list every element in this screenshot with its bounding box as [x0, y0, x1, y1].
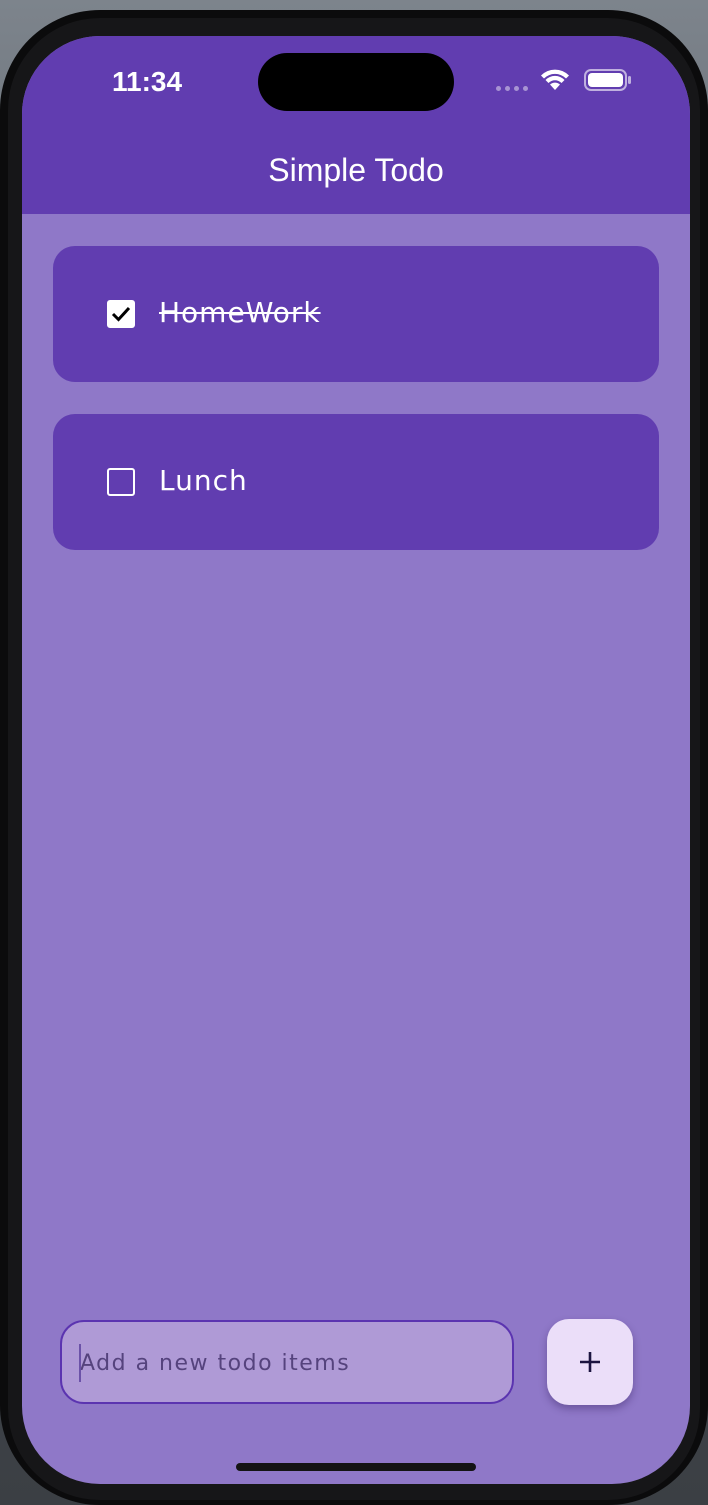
- new-todo-input[interactable]: [78, 1322, 502, 1404]
- app-screen: 11:34 Simple Todo HomeWork Lunch: [22, 36, 690, 1484]
- plus-icon: [580, 1352, 600, 1372]
- new-todo-field[interactable]: [60, 1320, 514, 1404]
- app-bar: 11:34 Simple Todo: [22, 36, 690, 214]
- status-time: 11:34: [112, 66, 183, 97]
- todo-item[interactable]: Lunch: [53, 414, 659, 550]
- page-title: Simple Todo: [268, 152, 444, 188]
- add-todo-button[interactable]: [547, 1319, 633, 1405]
- wifi-icon: [541, 69, 569, 90]
- todo-item[interactable]: HomeWork: [53, 246, 659, 382]
- dynamic-island: [258, 53, 454, 111]
- battery-icon: [584, 69, 631, 91]
- todo-label: Lunch: [159, 464, 248, 497]
- text-cursor: [79, 1344, 81, 1382]
- check-icon: [111, 306, 131, 322]
- cellular-signal-icon: [496, 86, 528, 91]
- todo-label: HomeWork: [159, 296, 321, 329]
- todo-checkbox-checked[interactable]: [107, 300, 135, 328]
- todo-checkbox-unchecked[interactable]: [107, 468, 135, 496]
- home-indicator[interactable]: [236, 1463, 476, 1471]
